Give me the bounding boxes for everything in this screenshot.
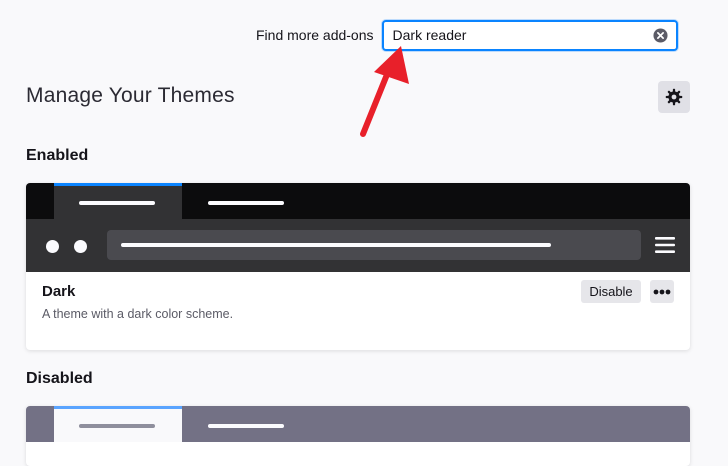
enabled-heading: Enabled xyxy=(26,147,89,164)
preview-active-tab xyxy=(54,406,182,442)
preview-tab-accent xyxy=(54,183,182,186)
settings-button[interactable] xyxy=(658,81,690,113)
preview-active-tab xyxy=(54,183,182,219)
preview-forward-dot xyxy=(74,240,87,253)
preview-urlbar xyxy=(107,230,641,260)
preview-back-dot xyxy=(46,240,59,253)
hamburger-menu-icon xyxy=(655,237,675,253)
preview-inactive-tab-line xyxy=(208,201,284,205)
find-addons-bar: Find more add-ons xyxy=(256,16,678,54)
page-title: Manage Your Themes xyxy=(26,84,235,107)
preview-tab-accent xyxy=(54,406,182,409)
gear-icon xyxy=(665,88,683,106)
preview-urlbar-line xyxy=(121,243,551,247)
clear-search-icon[interactable] xyxy=(652,27,668,43)
theme-description: A theme with a dark color scheme. xyxy=(42,307,234,321)
theme-card-info: Dark A theme with a dark color scheme. D… xyxy=(26,272,690,350)
theme-card-disabled[interactable] xyxy=(26,406,690,466)
preview-tab-title-line xyxy=(79,201,155,205)
annotation-arrow-icon xyxy=(360,46,409,137)
theme-card-dark[interactable]: Dark A theme with a dark color scheme. D… xyxy=(26,183,690,350)
addons-search-box[interactable] xyxy=(381,19,678,51)
more-options-button[interactable] xyxy=(650,280,674,303)
preview-tab-title-line xyxy=(79,424,155,428)
preview-inactive-tab-line xyxy=(208,424,284,428)
disabled-heading: Disabled xyxy=(26,370,93,387)
more-options-icon xyxy=(653,289,671,294)
disable-button[interactable]: Disable xyxy=(581,280,641,303)
addons-search-input[interactable] xyxy=(383,21,643,49)
theme-preview-tabstrip xyxy=(26,183,690,219)
theme-preview-tabstrip xyxy=(26,406,690,442)
theme-name: Dark xyxy=(42,283,76,300)
